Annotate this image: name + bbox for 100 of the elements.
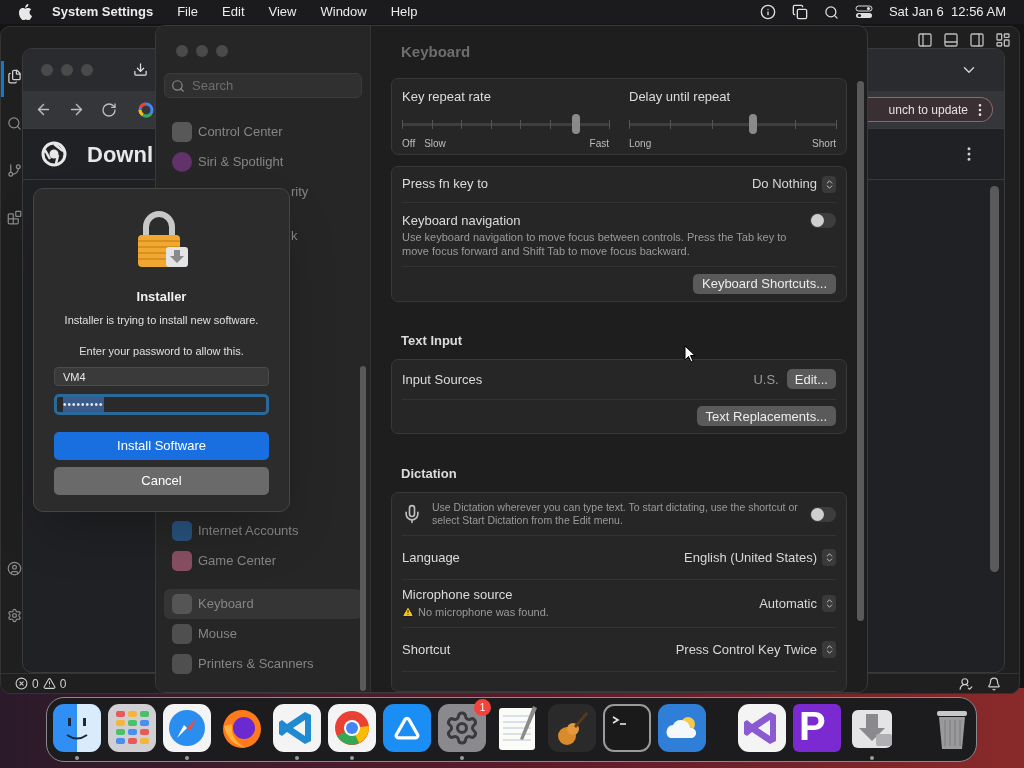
slider-thumb[interactable] <box>749 114 758 134</box>
setting-value: U.S. <box>753 370 779 389</box>
password-field[interactable]: ••••••••• <box>54 394 269 415</box>
menu-item[interactable]: Help <box>390 2 418 22</box>
menu-item[interactable]: System Settings <box>52 2 154 22</box>
page-heading: Downl <box>87 140 153 169</box>
reload-icon[interactable] <box>101 101 117 118</box>
sidebar-item[interactable]: Internet Accounts <box>164 516 362 546</box>
menu-item[interactable]: Edit <box>222 2 245 22</box>
scrollbar[interactable] <box>990 186 999 572</box>
error-count: 0 <box>32 675 39 693</box>
overlapping-squares-icon[interactable] <box>791 4 808 20</box>
scrollbar[interactable] <box>857 81 864 621</box>
sidebar-item[interactable]: Printers & Scanners <box>164 649 362 679</box>
apple-icon[interactable] <box>18 4 32 20</box>
search-icon <box>171 79 185 93</box>
dialog-message: Enter your password to allow this. <box>79 345 244 358</box>
compass-icon[interactable] <box>163 704 211 752</box>
error-icon <box>15 677 28 690</box>
popup-menu[interactable]: Do Nothing <box>751 174 836 194</box>
scrollbar[interactable] <box>360 366 366 691</box>
install-button[interactable]: Install Software <box>54 432 269 460</box>
text-replacements-button[interactable]: Text Replacements... <box>696 406 836 427</box>
menu-item[interactable]: File <box>177 2 199 22</box>
sidebar-layout-icon[interactable] <box>917 32 933 48</box>
sidebar-item[interactable]: Mouse <box>164 619 362 649</box>
cancel-button[interactable]: Cancel <box>54 467 269 495</box>
popup-menu[interactable]: Automatic <box>759 593 836 614</box>
cloud-icon[interactable] <box>658 704 706 752</box>
gear-icon[interactable] <box>438 704 486 752</box>
menu-item[interactable]: View <box>268 2 297 22</box>
scale-label: Long <box>629 137 652 151</box>
warning-icon <box>42 677 56 690</box>
smiling-face-icon[interactable] <box>53 704 101 752</box>
menu-item[interactable]: Window <box>320 2 367 22</box>
dialog-title: Installer <box>136 289 187 305</box>
ribbon-icon[interactable] <box>738 704 786 752</box>
bell-icon[interactable] <box>987 676 1001 691</box>
setting-label: Language <box>402 549 460 566</box>
section-heading: Dictation <box>401 465 458 483</box>
pointer-cursor-icon <box>684 345 696 363</box>
slider[interactable] <box>402 114 609 134</box>
keyboard-shortcuts-button[interactable]: Keyboard Shortcuts... <box>693 273 836 294</box>
toggle-switch[interactable] <box>810 212 836 228</box>
tricolor-ring-icon[interactable] <box>328 704 376 752</box>
blocks-icon[interactable] <box>7 210 22 225</box>
scale-label: Off <box>402 137 416 151</box>
settings-icon[interactable] <box>7 608 22 623</box>
sidebar-item[interactable]: Control Center <box>164 117 362 147</box>
terminal-icon[interactable] <box>603 704 651 752</box>
setting-label: Press fn key to <box>402 175 488 194</box>
problems-indicator[interactable]: 0 0 <box>15 674 67 693</box>
layout-icon[interactable] <box>995 32 1011 48</box>
download-icon[interactable] <box>133 62 148 78</box>
person-icon[interactable] <box>959 676 973 691</box>
slider[interactable] <box>629 114 836 134</box>
microphone-icon <box>402 504 422 524</box>
sidebar-item[interactable]: Siri & Spotlight <box>164 147 362 177</box>
edit-button[interactable]: Edit... <box>786 369 836 390</box>
setting-label: Microphone source <box>402 586 514 603</box>
orb-icon <box>172 152 192 172</box>
setting-description: Use keyboard navigation to move focus between controls. Press the Tab key to move focus forward and Shift Tab to move focus backward. <box>402 229 788 258</box>
guitar-icon[interactable] <box>548 704 596 752</box>
dialog-message: Installer is trying to install new software. <box>64 314 259 327</box>
popup-menu[interactable]: Press Control Key Twice <box>675 639 836 660</box>
stepper-icon <box>822 175 836 193</box>
menu-bar-clock[interactable]: Sat Jan 6 12:56 AM <box>888 2 1006 22</box>
forward-icon[interactable] <box>68 101 85 118</box>
ribbon-icon[interactable] <box>273 704 321 752</box>
sidebar-item[interactable]: Game Center <box>164 546 362 576</box>
account-icon[interactable] <box>7 561 22 576</box>
slider-label: Delay until repeat <box>629 89 732 105</box>
search-field[interactable]: Search <box>164 73 362 98</box>
info-icon[interactable] <box>759 4 776 20</box>
sidebar-layout-icon[interactable] <box>969 32 985 48</box>
stepper-icon <box>822 641 836 658</box>
setting-label: Shortcut <box>402 641 451 658</box>
setting-description: Use Dictation wherever you can type text. To start dictating, use the shortcut or select Start Dictation from the Edit menu. <box>432 501 799 527</box>
files-icon[interactable] <box>7 69 22 84</box>
scale-label: Fast <box>589 137 609 151</box>
back-icon[interactable] <box>35 101 52 118</box>
warning-text: No microphone was found. <box>418 604 549 620</box>
search-icon[interactable] <box>823 4 839 20</box>
app-grid-icon[interactable] <box>108 704 156 752</box>
scale-label: Short <box>812 137 836 151</box>
section-heading: Text Input <box>401 331 464 350</box>
multicolor-ring-icon <box>137 100 155 119</box>
slider-thumb[interactable] <box>571 114 580 134</box>
username-field[interactable]: VM4 <box>54 367 269 386</box>
panel-layout-icon[interactable] <box>943 32 959 48</box>
toggles-icon[interactable] <box>854 5 873 19</box>
stepper-icon <box>822 549 836 566</box>
branch-icon[interactable] <box>7 163 22 178</box>
update-button[interactable]: unch to update <box>866 97 993 122</box>
slider-label: Key repeat rate <box>402 89 492 105</box>
toggle-switch[interactable] <box>810 506 836 522</box>
popup-menu[interactable]: English (United States) <box>684 547 836 568</box>
aperture-icon <box>41 141 67 168</box>
warning-count: 0 <box>59 675 67 693</box>
letter-tile[interactable]: P <box>793 704 841 752</box>
